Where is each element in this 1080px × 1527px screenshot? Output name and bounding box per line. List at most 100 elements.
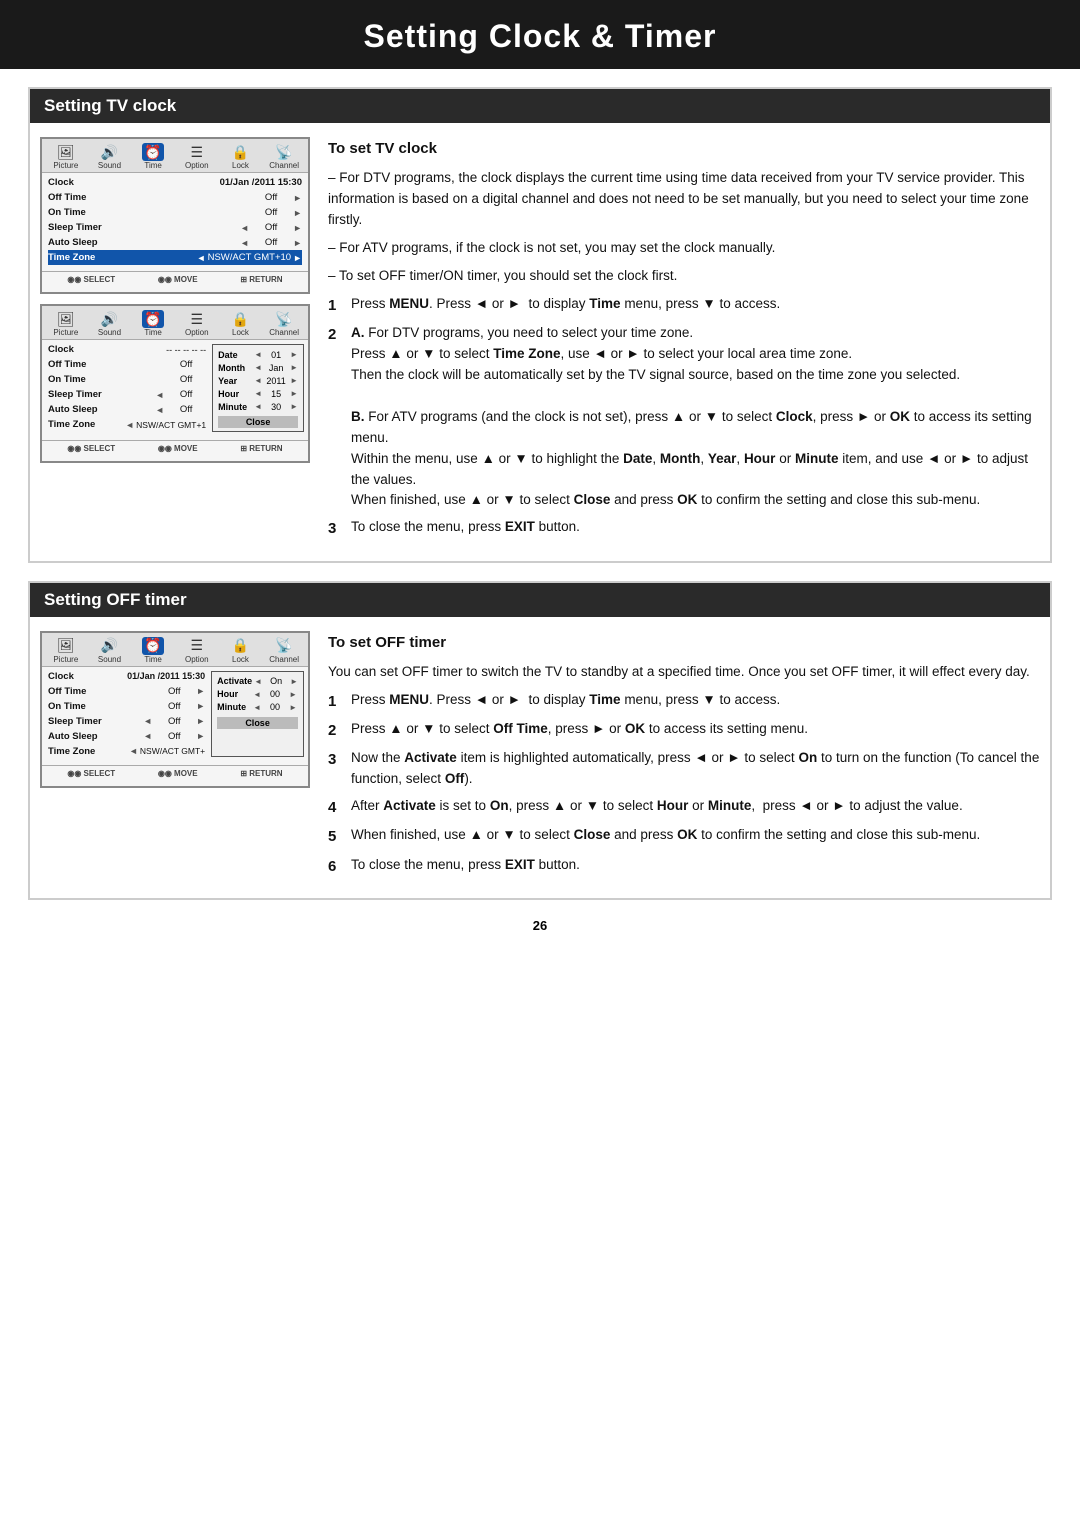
section-tv-clock: Setting TV clock 🖼 Picture 🔊 Sound: [28, 87, 1052, 563]
instruction-steps-1: 1 Press MENU. Press ◄ or ► to display Ti…: [328, 294, 1040, 541]
list-item: 4 After Activate is set to On, press ▲ o…: [328, 796, 1040, 819]
table-row: Off Time Off ►: [48, 190, 302, 205]
instruction-para-1: – For DTV programs, the clock displays t…: [328, 168, 1040, 231]
step-num-off-6: 6: [328, 855, 344, 878]
menu-icon-time-2: ⏰ Time: [136, 310, 170, 337]
list-item: 5 When finished, use ▲ or ▼ to select Cl…: [328, 825, 1040, 848]
list-item: 3 To close the menu, press EXIT button.: [328, 517, 1040, 540]
instruction-para-off-1: You can set OFF timer to switch the TV t…: [328, 662, 1040, 683]
sub-row-activate: Activate ◄ On ►: [217, 675, 298, 688]
tv-menu-footer-1: ◉◉ SELECT ◉◉ MOVE ⊞ RETURN: [42, 271, 308, 286]
instruction-para-2: – For ATV programs, if the clock is not …: [328, 238, 1040, 259]
sound-icon-2: 🔊: [98, 310, 120, 328]
picture-icon-3: 🖼: [55, 637, 77, 655]
tv-menu-2-main-rows: Clock -- -- -- -- -- Off Time Off On Tim…: [42, 340, 212, 436]
section-tv-clock-title: Setting TV clock: [30, 89, 1050, 123]
option-icon-2: ☰: [186, 310, 208, 328]
menu-icon-lock-1: 🔒 Lock: [223, 143, 257, 170]
table-row: Clock -- -- -- -- --: [48, 342, 206, 357]
table-row: Off Time Off ►: [48, 684, 205, 699]
submenu-close-button-2[interactable]: Close: [217, 717, 298, 729]
menu-icon-sound-3: 🔊 Sound: [92, 637, 126, 664]
step-num-off-4: 4: [328, 796, 344, 819]
table-row: Clock 01/Jan /2011 15:30: [48, 175, 302, 190]
channel-icon-2: 📡: [273, 310, 295, 328]
table-row: Auto Sleep ◄ Off ►: [48, 729, 205, 744]
tv-menu-2-content: Clock -- -- -- -- -- Off Time Off On Tim…: [42, 340, 308, 436]
step-num-off-3: 3: [328, 748, 344, 790]
list-item: 6 To close the menu, press EXIT button.: [328, 855, 1040, 878]
list-item: 2 Press ▲ or ▼ to select Off Time, press…: [328, 719, 1040, 742]
tv-menu-1: 🖼 Picture 🔊 Sound ⏰ Time ☰: [40, 137, 310, 294]
picture-icon-2: 🖼: [55, 310, 77, 328]
list-item: 1 Press MENU. Press ◄ or ► to display Ti…: [328, 690, 1040, 713]
step-text-off-5: When finished, use ▲ or ▼ to select Clos…: [351, 825, 1040, 848]
step-text-off-4: After Activate is set to On, press ▲ or …: [351, 796, 1040, 819]
page-title: Setting Clock & Timer: [0, 18, 1080, 55]
menu-icon-picture-2: 🖼 Picture: [49, 310, 83, 337]
menu-icon-picture-1: 🖼 Picture: [49, 143, 83, 170]
time-icon-2: ⏰: [142, 310, 164, 328]
tv-menu-3: 🖼 Picture 🔊 Sound ⏰ Time ☰: [40, 631, 310, 788]
lock-icon-1: 🔒: [229, 143, 251, 161]
instruction-area-2: To set OFF timer You can set OFF timer t…: [328, 631, 1040, 884]
time-icon-3: ⏰: [142, 637, 164, 655]
table-row: Auto Sleep ◄ Off ►: [48, 235, 302, 250]
table-row: Sleep Timer ◄ Off ►: [48, 714, 205, 729]
table-row: Time Zone ◄ NSW/ACT GMT+: [48, 744, 205, 759]
sub-row-minute: Minute ◄ 30 ►: [218, 400, 298, 413]
step-num-3: 3: [328, 517, 344, 540]
page-header: Setting Clock & Timer: [0, 0, 1080, 69]
table-row: On Time Off: [48, 372, 206, 387]
option-icon-3: ☰: [186, 637, 208, 655]
tv-menu-3-main-rows: Clock 01/Jan /2011 15:30 Off Time Off ► …: [42, 667, 211, 761]
step-num-1: 1: [328, 294, 344, 317]
instruction-title-2: To set OFF timer: [328, 631, 1040, 654]
step-text-off-3: Now the Activate item is highlighted aut…: [351, 748, 1040, 790]
tv-menu-area-2: 🖼 Picture 🔊 Sound ⏰ Time ☰: [40, 631, 310, 884]
table-row: Time Zone ◄ NSW/ACT GMT+10 ►: [48, 250, 302, 265]
menu-icon-time-3: ⏰ Time: [136, 637, 170, 664]
step-text-3: To close the menu, press EXIT button.: [351, 517, 1040, 540]
instruction-area-1: To set TV clock – For DTV programs, the …: [328, 137, 1040, 547]
table-row: Sleep Timer ◄ Off: [48, 387, 206, 402]
tv-submenu-offtimer: Activate ◄ On ► Hour ◄ 00 ►: [211, 671, 304, 757]
step-num-off-5: 5: [328, 825, 344, 848]
instruction-title-1: To set TV clock: [328, 137, 1040, 160]
channel-icon-1: 📡: [273, 143, 295, 161]
menu-icon-lock-3: 🔒 Lock: [223, 637, 257, 664]
menu-icon-channel-1: 📡 Channel: [267, 143, 301, 170]
table-row: Clock 01/Jan /2011 15:30: [48, 669, 205, 684]
step-num-off-2: 2: [328, 719, 344, 742]
table-row: On Time Off ►: [48, 205, 302, 220]
page-number: 26: [28, 918, 1052, 943]
time-icon-1: ⏰: [142, 143, 164, 161]
menu-icon-sound-1: 🔊 Sound: [92, 143, 126, 170]
table-row: Auto Sleep ◄ Off: [48, 402, 206, 417]
option-icon-1: ☰: [186, 143, 208, 161]
list-item: 2 A. For DTV programs, you need to selec…: [328, 323, 1040, 511]
table-row: On Time Off ►: [48, 699, 205, 714]
table-row: Sleep Timer ◄ Off ►: [48, 220, 302, 235]
sub-row-month: Month ◄ Jan ►: [218, 361, 298, 374]
list-item: 1 Press MENU. Press ◄ or ► to display Ti…: [328, 294, 1040, 317]
submenu-close-button-1[interactable]: Close: [218, 416, 298, 428]
tv-menu-footer-3: ◉◉ SELECT ◉◉ MOVE ⊞ RETURN: [42, 765, 308, 780]
channel-icon-3: 📡: [273, 637, 295, 655]
sub-row-hour: Hour ◄ 15 ►: [218, 387, 298, 400]
step-text-off-6: To close the menu, press EXIT button.: [351, 855, 1040, 878]
instruction-steps-2: 1 Press MENU. Press ◄ or ► to display Ti…: [328, 690, 1040, 878]
menu-icon-option-1: ☰ Option: [180, 143, 214, 170]
lock-icon-2: 🔒: [229, 310, 251, 328]
lock-icon-3: 🔒: [229, 637, 251, 655]
sound-icon-1: 🔊: [98, 143, 120, 161]
step-text-off-1: Press MENU. Press ◄ or ► to display Time…: [351, 690, 1040, 713]
step-text-off-2: Press ▲ or ▼ to select Off Time, press ►…: [351, 719, 1040, 742]
list-item: 3 Now the Activate item is highlighted a…: [328, 748, 1040, 790]
step-num-2: 2: [328, 323, 344, 511]
table-row: Time Zone ◄ NSW/ACT GMT+1: [48, 417, 206, 432]
menu-icon-time-1: ⏰ Time: [136, 143, 170, 170]
tv-menu-2: 🖼 Picture 🔊 Sound ⏰ Time ☰: [40, 304, 310, 463]
tv-menu-footer-2: ◉◉ SELECT ◉◉ MOVE ⊞ RETURN: [42, 440, 308, 455]
sub-row-date: Date ◄ 01 ►: [218, 348, 298, 361]
